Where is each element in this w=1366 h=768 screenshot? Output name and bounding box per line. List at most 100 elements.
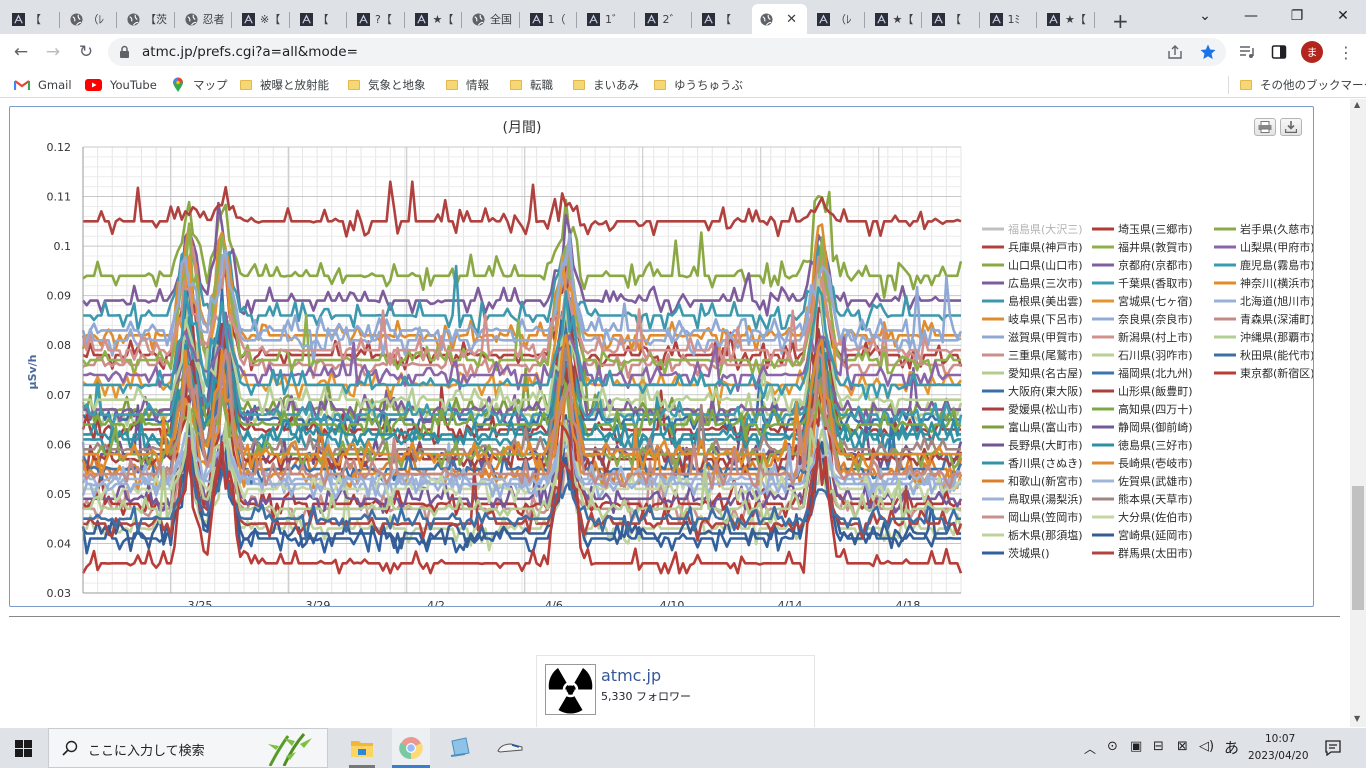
browser-tab[interactable]: （ﾚ [809, 4, 865, 34]
browser-tab[interactable]: ※【 [234, 4, 290, 34]
close-tab-icon[interactable]: ✕ [786, 12, 797, 27]
legend-item[interactable]: 茨城県() [982, 546, 1050, 560]
browser-tab[interactable]: 【 [694, 4, 750, 34]
legend-item[interactable]: 愛知県(名古屋) [982, 366, 1083, 380]
legend-item[interactable]: 青森県(深浦町) [1214, 312, 1315, 326]
legend-item[interactable]: 岐阜県(下呂市) [982, 312, 1083, 326]
bookmark-folder[interactable]: 転職 [510, 76, 553, 94]
browser-tab[interactable]: ?【 [349, 4, 405, 34]
legend-item[interactable]: 宮城県(七ヶ宿) [1092, 294, 1193, 308]
bookmark-maps[interactable]: マップ [172, 76, 228, 94]
legend-item[interactable]: 熊本県(天草市) [1092, 492, 1193, 506]
legend-item[interactable]: 香川県(さぬき) [982, 457, 1082, 470]
legend-item[interactable]: 岡山県(笠岡市) [982, 510, 1083, 524]
bookmark-folder[interactable]: 被曝と放射能 [240, 76, 329, 94]
browser-tab[interactable]: 2゛ [637, 4, 692, 34]
legend-item[interactable]: 山梨県(甲府市) [1214, 240, 1315, 254]
legend-item[interactable]: 富山県(富山市) [982, 420, 1083, 434]
legend-item[interactable]: 兵庫県(神戸市) [982, 240, 1083, 254]
restore-button[interactable]: ❐ [1274, 2, 1320, 30]
legend-item[interactable]: 神奈川(横浜市) [1214, 276, 1315, 290]
legend-item[interactable]: 長野県(大町市) [982, 438, 1083, 452]
ime-indicator[interactable]: あ [1224, 737, 1239, 758]
legend-item[interactable]: 大阪府(東大阪) [982, 384, 1083, 398]
legend-item[interactable]: 愛媛県(松山市) [982, 402, 1083, 416]
legend-item[interactable]: 宮崎県(延岡市) [1092, 528, 1193, 542]
legend-item[interactable]: 奈良県(奈良市) [1092, 312, 1193, 326]
clock-date[interactable]: 2023/04/20 [1248, 750, 1309, 762]
browser-tab[interactable]: ★【 [407, 4, 462, 34]
bookmark-folder[interactable]: ゆうちゅうぶ [654, 76, 743, 94]
legend-item[interactable]: 島根県(美出雲) [982, 294, 1083, 308]
train-app-icon[interactable] [497, 741, 523, 755]
url-text[interactable]: atmc.jp/prefs.cgi?a=all&mode= [142, 44, 358, 60]
legend-item[interactable]: 福井県(敦賀市) [1092, 240, 1193, 254]
notification-icon[interactable] [1325, 740, 1341, 756]
bookmark-youtube[interactable]: YouTube [85, 76, 157, 94]
browser-tab[interactable]: 1ﾐ [982, 4, 1037, 34]
legend-item[interactable]: 石川県(羽咋市) [1092, 348, 1193, 362]
tray-app-icon-3[interactable]: ⊟ [1153, 739, 1164, 754]
tray-app-icon-1[interactable]: ⊙ [1107, 739, 1118, 754]
legend-item[interactable]: 長崎県(壱岐市) [1092, 456, 1193, 470]
notepad-app-icon[interactable] [448, 737, 472, 759]
back-button[interactable]: ← [9, 40, 33, 64]
bookmark-star-icon[interactable] [1199, 43, 1217, 61]
side-panel-icon[interactable] [1271, 44, 1287, 60]
tray-overflow-icon[interactable]: ︿ [1084, 740, 1096, 757]
menu-icon[interactable]: ⋮ [1338, 43, 1354, 62]
browser-tab[interactable]: 【 [4, 4, 60, 34]
legend-item[interactable]: 群馬県(太田市) [1092, 546, 1193, 560]
file-explorer-icon[interactable] [350, 738, 374, 758]
page-scrollbar[interactable]: ▲ ▼ [1350, 99, 1366, 727]
other-bookmarks[interactable]: その他のブックマーク [1240, 76, 1366, 94]
browser-tab[interactable]: 全国 [464, 4, 520, 34]
network-icon[interactable]: ⊠ [1177, 739, 1188, 754]
volume-icon[interactable]: ◁) [1199, 739, 1214, 754]
legend-item[interactable]: 東京都(新宿区) [1214, 366, 1315, 380]
legend-item[interactable]: 鹿児島(霧島市) [1214, 258, 1315, 272]
legend-item[interactable]: 滋賀県(甲賀市) [982, 330, 1083, 344]
browser-tab[interactable]: 1（ [522, 4, 577, 34]
legend-item[interactable]: 秋田県(能代市) [1214, 348, 1315, 362]
legend-item[interactable]: 岩手県(久慈市) [1214, 222, 1315, 236]
tray-app-icon-2[interactable]: ▣ [1130, 739, 1142, 754]
bookmark-folder[interactable]: まいあみ [573, 76, 639, 94]
new-tab-button[interactable]: + [1108, 6, 1132, 36]
legend-item[interactable]: 京都府(京都市) [1092, 258, 1193, 272]
scrollbar-thumb[interactable] [1352, 486, 1364, 610]
legend-item[interactable]: 福岡県(北九州) [1092, 366, 1193, 380]
legend-item[interactable]: 沖縄県(那覇市) [1214, 330, 1315, 344]
reload-button[interactable]: ↻ [74, 40, 98, 64]
lock-icon[interactable] [119, 45, 130, 59]
legend-item[interactable]: 山形県(飯豊町) [1092, 384, 1193, 398]
scroll-down-arrow[interactable]: ▼ [1354, 714, 1360, 723]
legend-item[interactable]: 高知県(四万十) [1092, 402, 1193, 416]
legend-item[interactable]: 千葉県(香取市) [1092, 276, 1193, 290]
legend-item[interactable]: 埼玉県(三郷市) [1092, 222, 1193, 236]
browser-tab[interactable]: 【 [924, 4, 980, 34]
bookmark-folder[interactable]: 気象と地象 [348, 76, 426, 94]
legend-item[interactable]: 三重県(尾鷲市) [982, 348, 1083, 362]
browser-tab[interactable]: （ﾚ [62, 4, 117, 34]
browser-tab[interactable]: 1゛ [579, 4, 635, 34]
browser-tab[interactable]: 【 [292, 4, 347, 34]
legend-item[interactable]: 栃木県(那須塩) [982, 528, 1083, 542]
share-icon[interactable] [1166, 44, 1184, 60]
browser-tab[interactable]: ★【 [1039, 4, 1095, 34]
legend-item[interactable]: 福島県(大沢三) [982, 222, 1083, 236]
windows-start-icon[interactable] [15, 740, 32, 757]
profile-avatar[interactable]: ま [1301, 41, 1323, 63]
close-window-button[interactable]: ✕ [1320, 2, 1366, 30]
legend-item[interactable]: 大分県(佐伯市) [1092, 510, 1193, 524]
browser-tab[interactable]: ★【 [867, 4, 922, 34]
print-button[interactable] [1254, 118, 1276, 136]
legend-item[interactable]: 徳島県(三好市) [1092, 438, 1193, 452]
legend-item[interactable]: 新潟県(村上市) [1092, 330, 1193, 344]
browser-tab[interactable]: 忍者 [177, 4, 232, 34]
legend-item[interactable]: 静岡県(御前崎) [1092, 420, 1193, 434]
taskbar-search-text[interactable]: ここに入力して検索 [88, 740, 205, 759]
reading-list-icon[interactable] [1238, 44, 1256, 60]
legend-item[interactable]: 北海道(旭川市) [1214, 294, 1315, 308]
bookmark-folder[interactable]: 情報 [446, 76, 489, 94]
